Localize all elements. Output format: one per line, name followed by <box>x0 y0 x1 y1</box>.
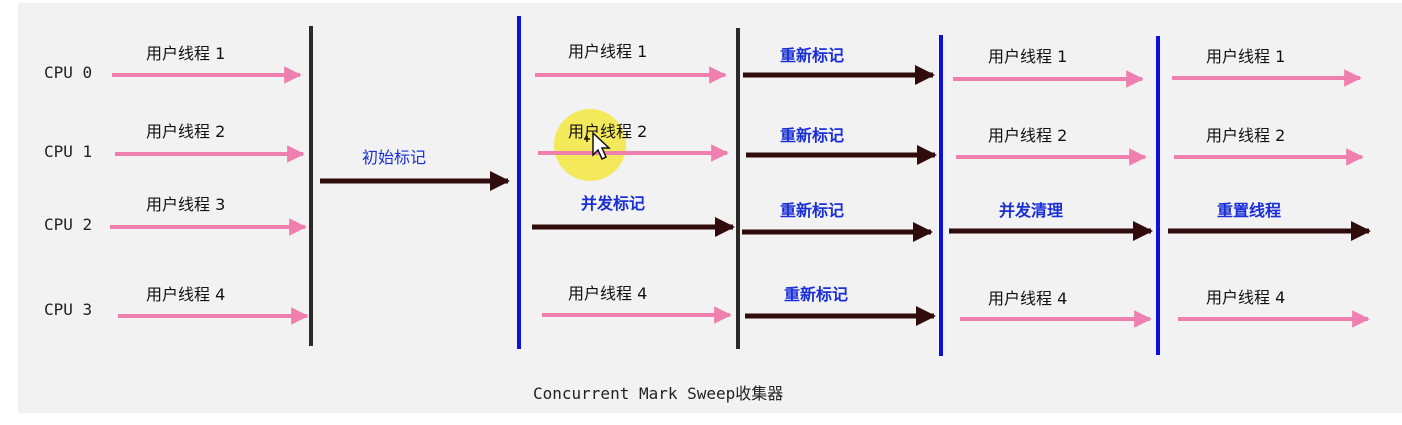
thread-label: 用户线程 2 <box>988 126 1067 145</box>
thread-label: 用户线程 2 <box>146 122 225 141</box>
remark-label: 重新标记 <box>784 285 848 304</box>
thread-label: 用户线程 2 <box>568 122 647 141</box>
concurrent-sweep-label: 并发清理 <box>999 201 1063 220</box>
remark-label: 重新标记 <box>780 126 844 145</box>
cursor-highlight <box>554 109 626 181</box>
thread-label: 用户线程 3 <box>146 195 225 214</box>
remark-label: 重新标记 <box>780 46 844 65</box>
reset-threads-label: 重置线程 <box>1217 201 1281 220</box>
cpu-label-1: CPU 1 <box>44 142 92 161</box>
thread-label: 用户线程 4 <box>568 284 647 303</box>
thread-label: 用户线程 1 <box>146 44 225 63</box>
cms-diagram: CPU 0 CPU 1 CPU 2 CPU 3 用户线程 1 用户线程 2 用户… <box>0 0 1402 421</box>
thread-label: 用户线程 4 <box>1206 288 1285 307</box>
thread-label: 用户线程 4 <box>988 289 1067 308</box>
concurrent-mark-label: 并发标记 <box>581 194 645 213</box>
thread-label: 用户线程 1 <box>568 42 647 61</box>
cpu-label-0: CPU 0 <box>44 63 92 82</box>
thread-label: 用户线程 1 <box>988 47 1067 66</box>
thread-label: 用户线程 2 <box>1206 126 1285 145</box>
diagram-background <box>18 3 1402 413</box>
cpu-label-3: CPU 3 <box>44 300 92 319</box>
remark-label: 重新标记 <box>780 201 844 220</box>
diagram-caption: Concurrent Mark Sweep收集器 <box>533 384 783 403</box>
initial-mark-label: 初始标记 <box>362 148 426 167</box>
thread-label: 用户线程 4 <box>146 285 225 304</box>
cpu-label-2: CPU 2 <box>44 215 92 234</box>
thread-label: 用户线程 1 <box>1206 47 1285 66</box>
cms-diagram-canvas: CPU 0 CPU 1 CPU 2 CPU 3 用户线程 1 用户线程 2 用户… <box>18 3 1402 413</box>
